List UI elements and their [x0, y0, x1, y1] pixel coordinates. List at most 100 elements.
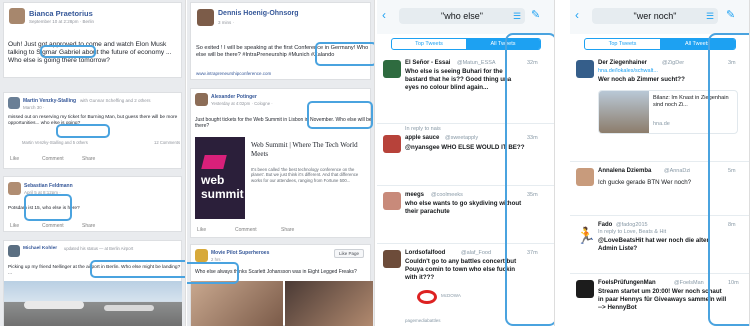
filter-icon[interactable]: ☰	[513, 11, 521, 22]
highlight-box	[24, 194, 72, 221]
like-button[interactable]: Like	[10, 156, 19, 162]
tweet-handle: @coolmeeks	[431, 192, 463, 198]
tweet-author[interactable]: Lordsofalfood	[405, 250, 445, 256]
post-author[interactable]: Sebastian Feldmann	[24, 183, 73, 189]
post-card: Dennis Hoenig-Ohnsorg 3 mins · So exited…	[190, 2, 371, 80]
reply-context: In reply to Love, Beats & Hit	[598, 229, 667, 235]
avatar[interactable]	[576, 280, 594, 298]
tweet-author[interactable]: Fado	[598, 222, 612, 228]
post-meta: updated his status — at Berlin Airport	[64, 246, 134, 251]
highlight-box	[40, 45, 96, 58]
comment-button[interactable]: Comment	[235, 227, 257, 233]
actress-photo[interactable]	[191, 281, 283, 326]
avatar[interactable]	[9, 8, 25, 24]
search-header: ‹ "wer noch" ☰ ✎	[570, 0, 749, 34]
facebook-feed-panel-2: Dennis Hoenig-Ohnsorg 3 mins · So exited…	[187, 0, 375, 326]
tweet-link[interactable]: hna.de/lokales/schwalt...	[598, 68, 658, 74]
tweet-handle: @sweetapply	[445, 135, 479, 141]
comment-button[interactable]: Comment	[42, 223, 64, 229]
brand-text: summit	[201, 187, 244, 201]
tweet-handle: @alaf_Food	[461, 250, 492, 256]
avatar[interactable]	[383, 135, 401, 153]
link-description: It's been called 'the best technology co…	[251, 167, 359, 183]
post-meta: with Gunnar Scheffing and 2 others	[80, 98, 151, 103]
comment-button[interactable]: Comment	[42, 156, 64, 162]
post-meta: Yesterday at 4:02pm · Cologne ·	[211, 101, 273, 106]
post-date: March 30 ·	[23, 105, 45, 110]
twitter-search-panel-2: ‹ "wer noch" ☰ ✎ Top Tweets All Tweets D…	[570, 0, 750, 326]
tweet-author[interactable]: FoelsPrüfungenMan	[598, 280, 656, 286]
avatar[interactable]	[8, 97, 20, 109]
link-card-source: hna.de	[653, 121, 670, 127]
tweet-handle: @ZigDer	[662, 60, 685, 66]
post-meta: 3 mins ·	[218, 20, 235, 25]
share-button[interactable]: Share	[82, 223, 95, 229]
running-man-icon[interactable]: 🏃	[576, 228, 596, 246]
avatar[interactable]	[195, 93, 208, 106]
like-button[interactable]: Like	[197, 227, 206, 233]
post-link[interactable]: www.intrapreneurshipconference.com	[196, 71, 271, 76]
post-card: Michael Kohler updated his status — at B…	[3, 240, 182, 326]
avatar[interactable]	[8, 245, 20, 257]
compose-icon[interactable]: ✎	[531, 10, 540, 21]
brand-logo-icon	[417, 290, 437, 304]
post-meta: September 10 at 2:28pm · Berlin	[29, 19, 95, 24]
tab-top-tweets[interactable]: Top Tweets	[585, 39, 660, 49]
back-chevron-icon[interactable]: ‹	[382, 9, 386, 21]
like-page-button[interactable]: Like Page	[333, 249, 364, 258]
comment-count[interactable]: 12 Comments	[154, 140, 180, 145]
post-card: Movie Pilot Superheroes 2 hrs · Like Pag…	[190, 244, 373, 326]
highlight-box	[187, 262, 239, 284]
tab-top-tweets[interactable]: Top Tweets	[392, 39, 466, 49]
avatar[interactable]	[195, 249, 208, 262]
avatar[interactable]	[383, 250, 401, 268]
post-author[interactable]: Bianca Praetorius	[29, 9, 93, 18]
filter-icon[interactable]: ☰	[706, 11, 714, 22]
avatar[interactable]	[576, 60, 594, 78]
link-card-image	[599, 91, 649, 133]
web-summit-logo[interactable]: web summit	[195, 137, 245, 219]
airport-photo[interactable]	[4, 281, 182, 326]
avatar[interactable]	[383, 192, 401, 210]
avatar[interactable]	[576, 168, 594, 186]
compose-icon[interactable]: ✎	[726, 10, 735, 21]
brand-text: web	[201, 173, 225, 187]
avatar[interactable]	[197, 9, 214, 26]
post-author[interactable]: Martin Venzky-Stalling	[23, 98, 76, 104]
share-button[interactable]: Share	[281, 227, 294, 233]
avatar[interactable]	[8, 182, 21, 195]
highlight-box	[505, 33, 554, 326]
back-chevron-icon[interactable]: ‹	[575, 9, 579, 21]
highlight-box	[708, 33, 749, 326]
twitter-search-panel-1: ‹ "who else" ☰ ✎ Top Tweets All Tweets E…	[377, 0, 555, 326]
embedded-footer: pagemediabattles	[405, 318, 441, 323]
post-author[interactable]: Michael Kohler	[23, 246, 57, 251]
likes-summary[interactable]: Martin Venzky-Stalling and 5 others	[22, 140, 88, 145]
tweet-author[interactable]: Annalena Dziemba	[598, 168, 651, 174]
link-title[interactable]: Web Summit | Where The Tech World Meets	[251, 141, 369, 159]
tweet-handle: @Matun_ESSA	[457, 60, 496, 66]
tweet-handle: @FoelsMan	[674, 280, 704, 286]
share-button[interactable]: Share	[82, 156, 95, 162]
like-button[interactable]: Like	[10, 223, 19, 229]
tweet-handle: @fadog2015	[616, 222, 648, 228]
tweet-author[interactable]: apple sauce	[405, 135, 439, 141]
highlight-box	[56, 124, 110, 138]
post-card: Bianca Praetorius September 10 at 2:28pm…	[3, 2, 182, 78]
tweet-author[interactable]: meegs	[405, 192, 424, 198]
embedded-caption: McDOWA	[441, 293, 461, 298]
actress-photo[interactable]	[285, 281, 373, 326]
reply-context: In reply to nais	[405, 126, 441, 132]
search-header: ‹ "who else" ☰ ✎	[377, 0, 554, 34]
highlight-box	[90, 260, 185, 278]
tweet-author[interactable]: El Señor - Essai	[405, 60, 450, 66]
post-author[interactable]: Movie Pilot Superheroes	[211, 250, 269, 256]
post-author[interactable]: Alexander Potinger	[211, 94, 257, 100]
tweet-author[interactable]: Der Ziegenhainer	[598, 60, 647, 66]
highlight-box	[315, 42, 374, 66]
search-query[interactable]: "who else"	[399, 8, 525, 24]
post-author[interactable]: Dennis Hoenig-Ohnsorg	[218, 10, 299, 17]
highlight-box	[307, 101, 373, 129]
search-query[interactable]: "wer noch"	[592, 8, 718, 24]
avatar[interactable]	[383, 60, 401, 78]
